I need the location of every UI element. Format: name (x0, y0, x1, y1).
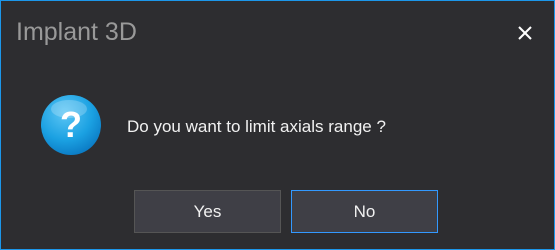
close-button[interactable] (505, 15, 545, 51)
dialog-message: Do you want to limit axials range ? (127, 117, 386, 136)
svg-text:?: ? (60, 104, 82, 145)
question-icon: ? (41, 95, 101, 155)
window-title: Implant 3D (16, 18, 137, 46)
message-dialog: Implant 3D ? Do you want to limit axials… (0, 0, 555, 250)
title-bar[interactable]: Implant 3D (1, 1, 554, 59)
close-icon (518, 26, 532, 40)
yes-button[interactable]: Yes (134, 190, 281, 233)
dialog-body: ? Do you want to limit axials range ? Ye… (1, 59, 554, 249)
no-button[interactable]: No (291, 190, 438, 233)
